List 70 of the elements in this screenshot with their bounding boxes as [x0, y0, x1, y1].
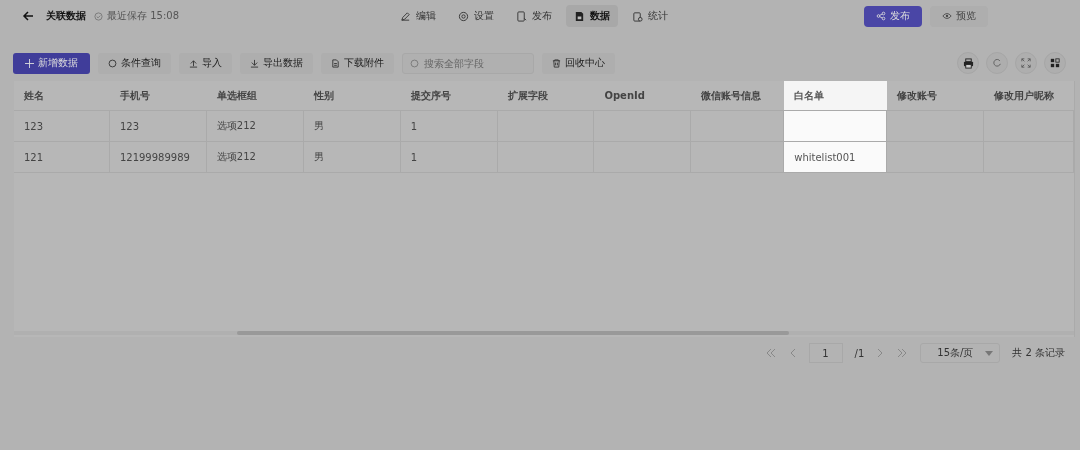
nav-tab[interactable]: 统计 — [624, 5, 676, 27]
table-cell: 1 — [400, 142, 498, 173]
search-field[interactable]: 搜索全部字段 — [402, 52, 534, 74]
pencil-icon — [400, 10, 411, 22]
column-header: 修改账号 — [887, 81, 985, 111]
back-arrow-icon[interactable] — [22, 10, 34, 22]
column-header: 单选框组 — [206, 81, 304, 111]
printer-icon — [962, 57, 974, 69]
column-header: OpenId — [594, 81, 692, 111]
grid-icon — [1050, 58, 1060, 68]
plus-icon — [25, 58, 34, 68]
table-cell: 121 — [14, 142, 110, 173]
column-header: 修改用户昵称 — [984, 81, 1074, 111]
nav-tab[interactable]: 设置 — [450, 5, 502, 27]
page-size-select[interactable]: 15条/页 — [920, 343, 1001, 363]
dropdown-icon — [985, 350, 994, 356]
print-button[interactable] — [957, 52, 979, 74]
column-header: 扩展字段 — [497, 81, 595, 111]
trash-icon — [552, 58, 561, 68]
record-count: 共 2 条记录 — [1012, 346, 1065, 360]
check-circle-icon — [94, 11, 103, 21]
table-cell: 选项212 — [206, 111, 304, 142]
table-cell: 12199989989 — [109, 142, 207, 173]
column-header: 白名单 — [784, 81, 888, 111]
eye-icon — [942, 12, 952, 20]
table-cell: 123 — [109, 111, 207, 142]
page-title: 关联数据 — [46, 9, 86, 23]
refresh-button[interactable] — [986, 52, 1008, 74]
gear-icon — [458, 10, 469, 22]
grid-view-button[interactable] — [1044, 52, 1066, 74]
add-data-button[interactable]: 新增数据 — [13, 52, 90, 74]
save-status: 最近保存 15:08 — [107, 9, 179, 23]
first-page-icon[interactable] — [764, 348, 777, 358]
phone-icon — [516, 10, 527, 22]
clipboard-icon — [632, 10, 643, 22]
toolbar-button[interactable]: 条件查询 — [98, 52, 171, 74]
column-header: 提交序号 — [400, 81, 498, 111]
table-cell: 1 — [400, 111, 498, 142]
toolbar-button[interactable]: 导出数据 — [240, 52, 313, 74]
nav-tab[interactable]: 发布 — [508, 5, 560, 27]
search-icon — [108, 58, 117, 68]
publish-button[interactable]: 发布 — [864, 5, 922, 27]
table-cell: 123 — [14, 111, 110, 142]
file-icon — [331, 58, 340, 68]
expand-icon — [1021, 58, 1031, 68]
recycle-center-button[interactable]: 回收中心 — [542, 52, 615, 74]
toolbar-button[interactable]: 导入 — [179, 52, 232, 74]
toolbar-button[interactable]: 下载附件 — [321, 52, 394, 74]
nav-tab[interactable]: 数据 — [566, 5, 618, 27]
total-pages: /1 — [854, 347, 865, 359]
last-page-icon[interactable] — [896, 348, 909, 358]
table-cell: whitelist001 — [784, 142, 888, 173]
share-icon — [876, 11, 886, 21]
document-icon — [574, 10, 585, 22]
column-header: 性别 — [303, 81, 401, 111]
next-page-icon[interactable] — [876, 348, 885, 358]
table-cell: 男 — [303, 142, 401, 173]
page-number-field[interactable]: 1 — [808, 343, 843, 363]
download-icon — [250, 58, 259, 68]
table-cell: 男 — [303, 111, 401, 142]
search-icon — [410, 58, 419, 68]
preview-button[interactable]: 预览 — [930, 5, 988, 27]
fullscreen-button[interactable] — [1015, 52, 1037, 74]
column-header: 手机号 — [109, 81, 207, 111]
refresh-icon — [992, 58, 1002, 68]
table-cell: 选项212 — [206, 142, 304, 173]
nav-tab[interactable]: 编辑 — [392, 5, 444, 27]
upload-icon — [189, 58, 198, 68]
column-header: 姓名 — [14, 81, 110, 111]
previous-page-icon[interactable] — [788, 348, 797, 358]
